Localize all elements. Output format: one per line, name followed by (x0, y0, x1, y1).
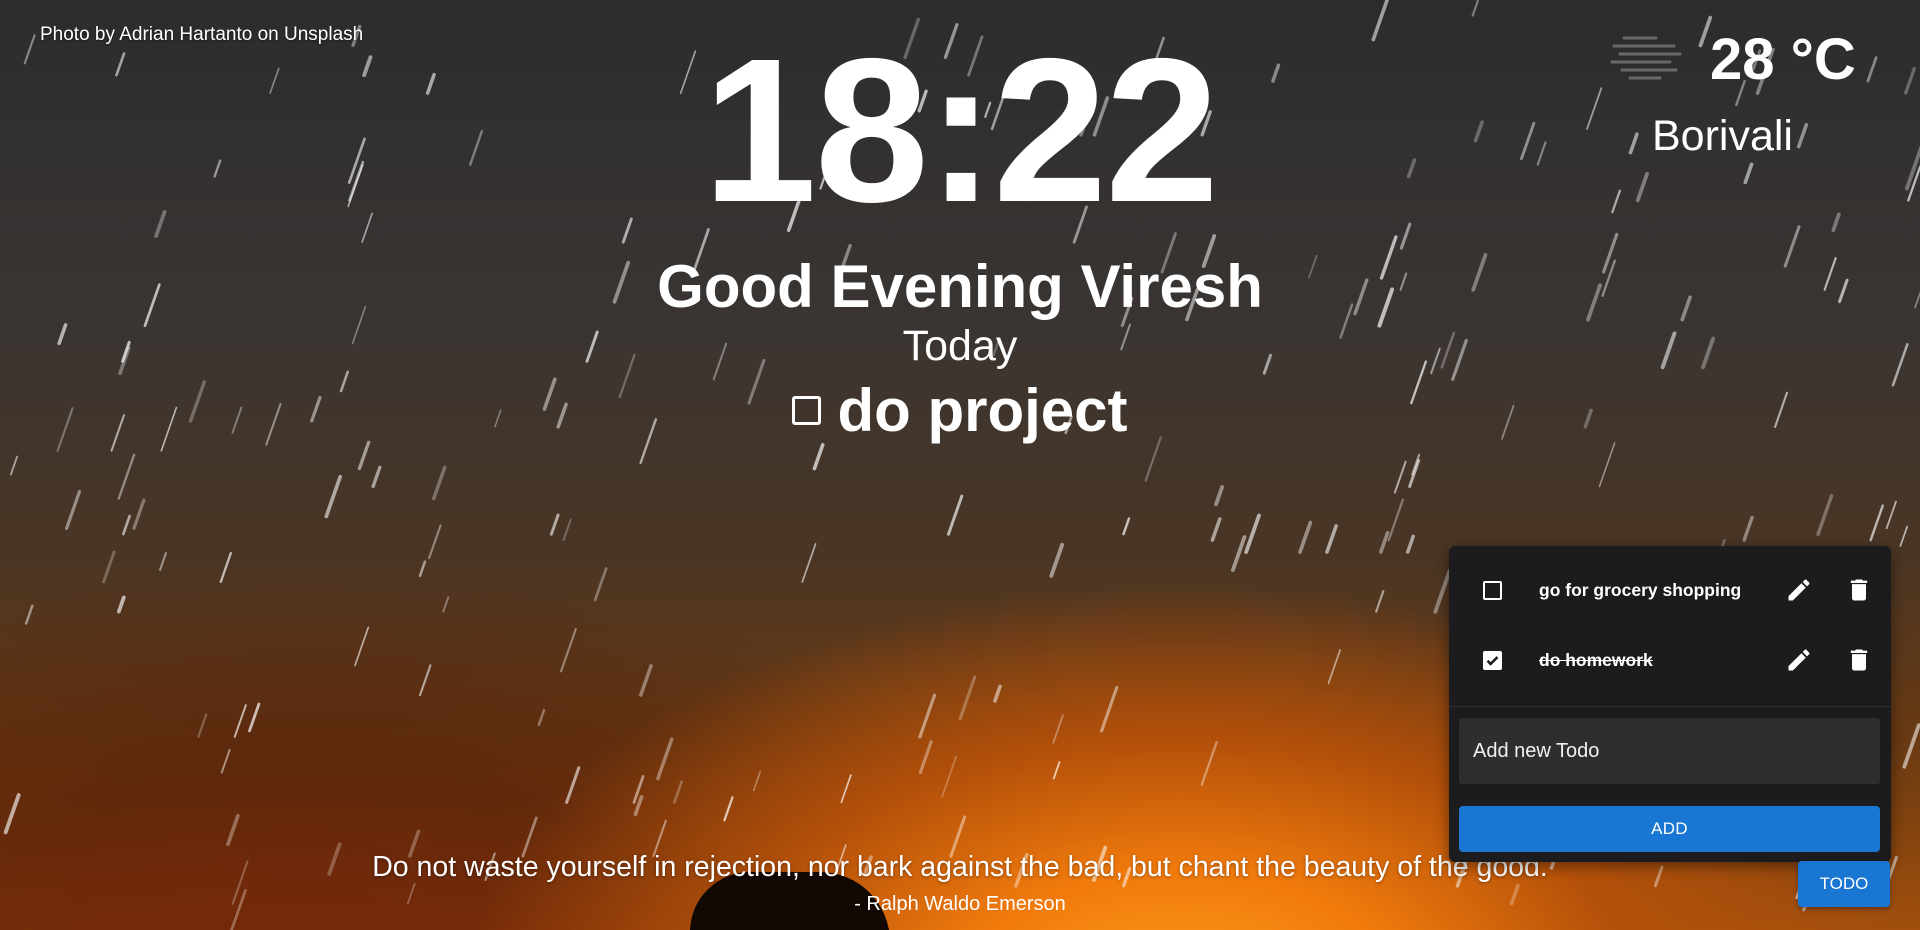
trash-icon (1850, 649, 1868, 671)
divider (1449, 706, 1891, 707)
weather-widget: 28 °C Borivali (1610, 20, 1860, 170)
todo-text: go for grocery shopping (1539, 579, 1742, 600)
todo-checkbox[interactable] (1483, 580, 1502, 600)
delete-button[interactable] (1843, 574, 1875, 606)
check-icon (1486, 655, 1499, 666)
fog-icon (1610, 32, 1682, 85)
temperature: 28 °C (1710, 27, 1856, 92)
new-todo-input[interactable] (1459, 718, 1880, 784)
todo-toggle-button[interactable]: TODO (1798, 861, 1890, 907)
todo-item: do homework (1449, 625, 1891, 695)
add-todo-button[interactable]: ADD (1459, 806, 1880, 852)
quote-author: - Ralph Waldo Emerson (854, 893, 1066, 915)
focus-checkbox[interactable] (792, 396, 822, 425)
pencil-icon (1788, 649, 1810, 671)
todo-text: do homework (1539, 649, 1653, 670)
todo-panel: go for grocery shopping do homework ADD (1449, 546, 1891, 862)
pencil-icon (1788, 579, 1810, 601)
edit-button[interactable] (1783, 574, 1815, 606)
clock-time: 18:22 (702, 16, 1219, 245)
greeting: Good Evening Viresh (657, 253, 1263, 320)
delete-button[interactable] (1843, 644, 1875, 676)
todo-checkbox-checked[interactable] (1483, 650, 1502, 670)
focus-label: Today (902, 322, 1018, 370)
trash-icon (1850, 579, 1868, 601)
background-photo: Photo by Adrian Hartanto on Unsplash 18:… (0, 0, 1920, 930)
todo-item: go for grocery shopping (1449, 555, 1891, 625)
focus-task: do project (560, 376, 1360, 445)
city-name: Borivali (1652, 112, 1793, 160)
edit-button[interactable] (1783, 644, 1815, 676)
focus-task-text: do project (837, 377, 1128, 444)
